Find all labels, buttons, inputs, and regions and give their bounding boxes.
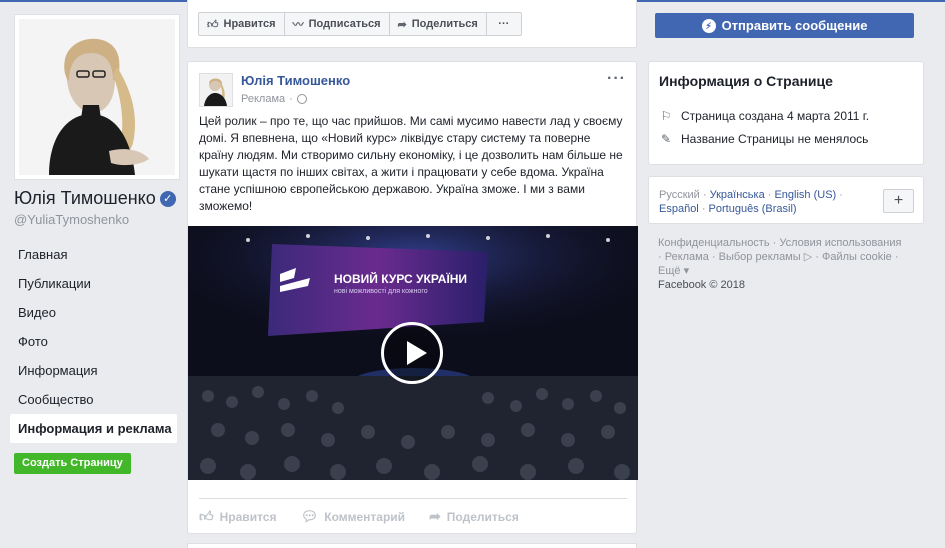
language-current: Русский — [659, 189, 700, 201]
chevron-down-icon: ▾ — [683, 265, 690, 277]
language-spanish[interactable]: Español — [659, 203, 699, 215]
page-navigation: Главная Публикации Видео Фото Информация… — [10, 240, 177, 443]
share-page-label: Поделиться — [411, 18, 478, 30]
post-text: Цей ролик – про те, що час прийшов. Ми с… — [199, 114, 623, 213]
thumbs-up-icon: 👍︎ — [207, 18, 219, 31]
post-actions: 👍︎ Нравится 💬︎ Комментарий ➦ Поделиться — [199, 508, 519, 525]
footer-link-privacy[interactable]: Конфиденциальность — [658, 237, 770, 249]
post-comment-button[interactable]: 💬︎ Комментарий — [300, 508, 405, 525]
dot-separator: · — [289, 93, 293, 105]
name-history-text: Название Страницы не менялось — [681, 132, 869, 146]
page-created-row: ⚐ Страница создана 4 марта 2011 г. — [659, 109, 869, 123]
nav-item-home[interactable]: Главная — [10, 240, 177, 269]
page-actions: 👍︎ Нравится 〰 Подписаться ➦ Поделиться ·… — [198, 12, 522, 36]
name-history-row: ✎ Название Страницы не менялось — [659, 132, 868, 146]
follow-button[interactable]: 〰 Подписаться — [283, 12, 390, 36]
footer-link-terms[interactable]: Условия использования — [779, 237, 901, 249]
flag-icon: ⚐ — [660, 109, 672, 123]
send-message-label: Отправить сообщение — [721, 18, 868, 33]
comment-icon: 💬︎ — [300, 508, 319, 524]
more-languages-button[interactable]: + — [883, 189, 914, 213]
more-options-button[interactable]: ··· — [485, 12, 522, 36]
next-post-edge — [187, 543, 637, 548]
author-thumbnail — [200, 74, 232, 106]
post-like-button[interactable]: 👍︎ Нравится — [199, 508, 276, 525]
left-column: Юлія Тимошенко ✓ @YuliaTymoshenko Главна… — [0, 0, 180, 548]
like-page-button[interactable]: 👍︎ Нравится — [198, 12, 285, 36]
footer-link-more[interactable]: Ещё — [658, 265, 681, 277]
portrait-illustration — [19, 19, 175, 175]
footer-links: Конфиденциальность · Условия использован… — [658, 237, 902, 277]
page-username[interactable]: @YuliaTymoshenko — [14, 212, 129, 227]
nav-item-about[interactable]: Информация — [10, 356, 177, 385]
footer: Конфиденциальность · Условия использован… — [658, 236, 908, 292]
share-page-button[interactable]: ➦ Поделиться — [388, 12, 487, 36]
nav-item-posts[interactable]: Публикации — [10, 269, 177, 298]
post-like-label: Нравится — [219, 509, 277, 524]
adchoices-icon: ▷ — [803, 251, 813, 263]
nav-item-community[interactable]: Сообщество — [10, 385, 177, 414]
share-arrow-icon: ➦ — [429, 508, 441, 524]
page-title[interactable]: Юлія Тимошенко ✓ — [14, 188, 176, 209]
footer-link-ads[interactable]: Реклама — [665, 251, 709, 263]
page-name-text: Юлія Тимошенко — [14, 188, 156, 208]
copyright: Facebook © 2018 — [658, 279, 745, 291]
create-page-button[interactable]: Создать Страницу — [14, 453, 131, 474]
language-ukrainian[interactable]: Українська — [710, 189, 765, 201]
nav-item-info-and-ads[interactable]: Информация и реклама — [10, 414, 177, 443]
post-share-button[interactable]: ➦ Поделиться — [429, 508, 519, 525]
language-portuguese[interactable]: Português (Brasil) — [709, 203, 797, 215]
messenger-icon: ⚡︎ — [701, 18, 716, 33]
sponsored-text: Реклама — [241, 93, 286, 105]
language-english[interactable]: English (US) — [774, 189, 836, 201]
language-selector: Русский · Українська · English (US) · Es… — [648, 176, 924, 224]
footer-link-cookies[interactable]: Файлы cookie — [822, 251, 892, 263]
video-player[interactable]: НОВИЙ КУРС УКРАЇНИ нові можливості для к… — [188, 226, 638, 480]
nav-item-videos[interactable]: Видео — [10, 298, 177, 327]
screen-title: НОВИЙ КУРС УКРАЇНИ — [334, 272, 468, 286]
rss-icon: 〰 — [292, 19, 304, 31]
globe-icon — [296, 94, 307, 104]
follow-label: Подписаться — [308, 18, 381, 30]
like-page-label: Нравится — [223, 18, 276, 30]
share-arrow-icon: ➦ — [397, 18, 407, 31]
page-info-card: Информация о Странице ⚐ Страница создана… — [648, 61, 924, 165]
nav-item-photos[interactable]: Фото — [10, 327, 177, 356]
play-icon[interactable] — [381, 322, 443, 384]
send-message-button[interactable]: ⚡︎ Отправить сообщение — [655, 13, 914, 38]
page-action-bar: 👍︎ Нравится 〰 Подписаться ➦ Поделиться ·… — [187, 0, 637, 48]
profile-photo — [19, 19, 175, 175]
post-author-name[interactable]: Юлія Тимошенко — [241, 73, 350, 88]
footer-link-adchoices[interactable]: Выбор рекламы — [719, 251, 801, 263]
page-created-text: Страница создана 4 марта 2011 г. — [681, 109, 870, 123]
screen-subtitle: нові можливості для кожного — [334, 288, 428, 295]
post-share-label: Поделиться — [446, 509, 519, 524]
post-author-avatar[interactable] — [199, 73, 233, 107]
verified-check-icon: ✓ — [159, 190, 176, 207]
sponsored-post: Юлія Тимошенко Реклама · ··· Цей ролик –… — [187, 61, 638, 534]
sponsored-label[interactable]: Реклама · — [241, 93, 307, 105]
post-divider — [199, 498, 627, 499]
edit-icon: ✎ — [660, 132, 672, 146]
profile-picture[interactable] — [14, 14, 180, 180]
thumbs-up-icon: 👍︎ — [199, 508, 214, 524]
more-dots-icon: ··· — [498, 18, 510, 30]
post-options-icon[interactable]: ··· — [607, 70, 626, 88]
post-comment-label: Комментарий — [324, 509, 406, 524]
page-info-title: Информация о Странице — [659, 73, 833, 89]
language-list: Русский · Українська · English (US) · Es… — [659, 189, 843, 215]
